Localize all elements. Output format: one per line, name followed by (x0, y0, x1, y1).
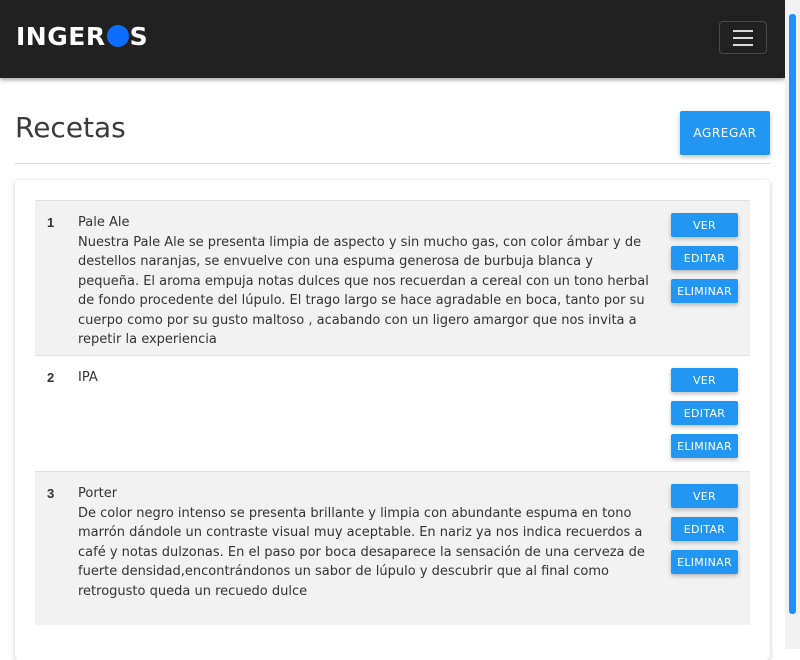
brand-text-right: S (129, 21, 149, 51)
row-actions: VER EDITAR ELIMINAR (671, 213, 738, 312)
row-number: 1 (47, 215, 55, 230)
recipe-description: De color negro intenso se presenta brill… (78, 505, 645, 599)
edit-button[interactable]: EDITAR (671, 246, 738, 270)
title-divider (15, 163, 770, 164)
edit-button[interactable]: EDITAR (671, 517, 738, 541)
table-row: 1 Pale Ale Nuestra Pale Ale se presenta … (35, 200, 750, 355)
view-button[interactable]: VER (671, 213, 738, 237)
delete-button[interactable]: ELIMINAR (671, 434, 738, 458)
brand-logo[interactable]: INGER S (16, 20, 148, 52)
view-button[interactable]: VER (671, 368, 738, 392)
menu-toggle-button[interactable] (719, 21, 767, 54)
row-number: 3 (47, 486, 55, 501)
view-button[interactable]: VER (671, 484, 738, 508)
row-actions: VER EDITAR ELIMINAR (671, 484, 738, 583)
page-title: Recetas (15, 111, 126, 144)
hamburger-icon (733, 29, 753, 32)
delete-button[interactable]: ELIMINAR (671, 550, 738, 574)
row-actions: VER EDITAR ELIMINAR (671, 368, 738, 467)
recipe-name: Porter (78, 486, 118, 501)
recipe-description: Nuestra Pale Ale se presenta limpia de a… (78, 234, 649, 348)
table-row: 3 Porter De color negro intenso se prese… (35, 471, 750, 625)
row-number: 2 (47, 370, 55, 385)
scrollbar-thumb[interactable] (789, 14, 796, 614)
recipe-name: IPA (78, 370, 98, 385)
table-row: 2 IPA VER EDITAR ELIMINAR (35, 355, 750, 471)
navbar: INGER S (0, 0, 785, 78)
hamburger-icon-line (733, 36, 753, 39)
scrollbar[interactable] (785, 0, 800, 649)
edit-button[interactable]: EDITAR (671, 401, 738, 425)
recipe-content: Pale Ale Nuestra Pale Ale se presenta li… (78, 213, 650, 350)
delete-button[interactable]: ELIMINAR (671, 279, 738, 303)
add-recipe-button[interactable]: AGREGAR (680, 111, 770, 155)
recipe-name: Pale Ale (78, 215, 130, 230)
brand-dot-icon (106, 25, 129, 47)
recipe-content: Porter De color negro intenso se present… (78, 484, 650, 601)
brand-text-left: INGER (16, 21, 106, 51)
recipe-content: IPA (78, 368, 650, 388)
hamburger-icon-line (733, 43, 753, 46)
